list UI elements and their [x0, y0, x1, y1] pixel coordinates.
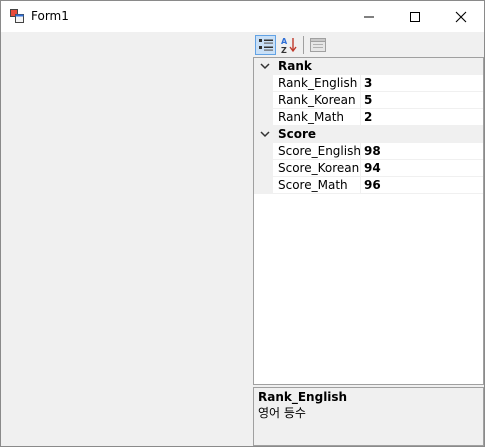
maximize-button[interactable] [392, 1, 438, 32]
property-value[interactable]: 98 [364, 143, 381, 159]
property-row-score-korean[interactable]: Score_Korean 94 [254, 160, 483, 177]
help-description: 영어 등수 [258, 406, 306, 420]
column-splitter[interactable] [360, 109, 361, 126]
form-app-icon [10, 9, 24, 23]
property-grid-toolbar: A Z [253, 33, 484, 57]
close-button[interactable] [438, 1, 484, 32]
property-value[interactable]: 2 [364, 109, 372, 125]
row-margin [254, 109, 273, 126]
property-name: Score_Korean [278, 161, 360, 175]
property-name: Score_Math [278, 178, 348, 192]
column-splitter[interactable] [360, 75, 361, 92]
category-row-rank[interactable]: Rank [254, 58, 483, 75]
column-splitter[interactable] [360, 160, 361, 177]
minimize-icon [364, 16, 374, 17]
title-bar[interactable]: Form1 [1, 1, 484, 32]
window-title: Form1 [31, 9, 69, 23]
column-splitter[interactable] [360, 177, 361, 194]
category-label: Rank [278, 59, 312, 73]
property-value[interactable]: 3 [364, 75, 372, 91]
row-margin [254, 75, 273, 92]
property-value[interactable]: 5 [364, 92, 372, 108]
chevron-down-icon[interactable] [260, 60, 270, 72]
alphabetical-sort-icon: A Z [281, 37, 297, 54]
property-row-score-math[interactable]: Score_Math 96 [254, 177, 483, 194]
help-title: Rank_English [258, 390, 348, 404]
main-window: Form1 A Z Rank Rank_English 3 Rank_Korea… [0, 0, 485, 447]
help-pane: Rank_English 영어 등수 [253, 387, 484, 446]
property-grid: Rank Rank_English 3 Rank_Korean 5 Rank_M… [253, 57, 484, 385]
categorized-button[interactable] [255, 35, 276, 55]
property-name: Score_English [278, 144, 361, 158]
property-name: Rank_English [278, 76, 358, 90]
chevron-down-icon[interactable] [260, 128, 270, 140]
category-row-score[interactable]: Score [254, 126, 483, 143]
minimize-button[interactable] [346, 1, 392, 32]
property-value[interactable]: 96 [364, 177, 381, 193]
form-client-area: A Z Rank Rank_English 3 Rank_Korean 5 Ra… [1, 32, 484, 446]
property-row-rank-english[interactable]: Rank_English 3 [254, 75, 483, 92]
svg-text:Z: Z [281, 46, 287, 54]
row-margin [254, 143, 273, 160]
close-icon [455, 11, 467, 22]
categorized-icon [258, 39, 273, 51]
property-name: Rank_Korean [278, 93, 356, 107]
property-value[interactable]: 94 [364, 160, 381, 176]
property-row-rank-math[interactable]: Rank_Math 2 [254, 109, 483, 126]
alphabetical-button[interactable]: A Z [278, 35, 299, 55]
column-splitter[interactable] [360, 92, 361, 109]
category-label: Score [278, 127, 317, 141]
property-name: Rank_Math [278, 110, 344, 124]
column-splitter[interactable] [360, 143, 361, 160]
property-row-score-english[interactable]: Score_English 98 [254, 143, 483, 160]
toolbar-separator [303, 36, 304, 54]
property-row-rank-korean[interactable]: Rank_Korean 5 [254, 92, 483, 109]
svg-text:A: A [281, 37, 288, 46]
row-margin [254, 92, 273, 109]
property-pages-icon [309, 38, 326, 52]
maximize-icon [410, 11, 420, 22]
row-margin [254, 160, 273, 177]
row-margin [254, 177, 273, 194]
property-pages-button[interactable] [307, 35, 328, 55]
